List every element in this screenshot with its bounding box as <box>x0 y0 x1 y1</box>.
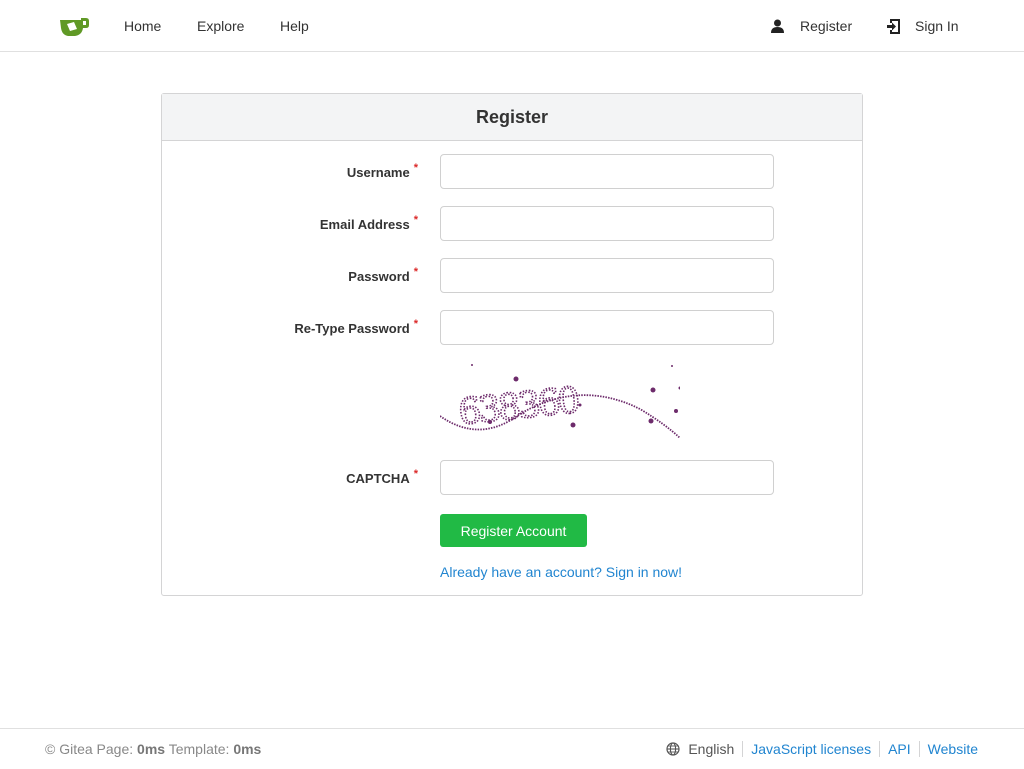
divider <box>918 741 920 757</box>
form-title: Register <box>162 94 862 141</box>
nav-register-link[interactable]: Register <box>771 17 852 35</box>
username-label: Username * <box>346 162 418 180</box>
required-mark: * <box>413 266 418 278</box>
nav-explore-link[interactable]: Explore <box>197 17 244 35</box>
nav-help-link[interactable]: Help <box>280 17 309 35</box>
template-time: 0ms <box>233 741 262 757</box>
register-form: Register Username * Email Address * Passwo… <box>161 93 863 596</box>
required-mark: * <box>413 162 418 174</box>
retype-password-input[interactable] <box>440 310 774 345</box>
footer-links: English JavaScript licenses API Website <box>666 741 978 757</box>
person-icon <box>771 19 784 33</box>
language-label: English <box>688 741 735 757</box>
divider <box>879 741 881 757</box>
api-link[interactable]: API <box>888 741 911 757</box>
required-mark: * <box>413 214 418 226</box>
captcha-input[interactable] <box>440 460 774 495</box>
website-link[interactable]: Website <box>928 741 978 757</box>
top-navbar: Home Explore Help Register Sign In <box>0 0 1024 52</box>
retype-password-label: Re-Type Password * <box>294 318 418 336</box>
captcha-label: CAPTCHA * <box>346 468 418 486</box>
captcha-image: 638360 <box>440 364 680 439</box>
nav-sign-in-label: Sign In <box>915 18 959 34</box>
sign-in-icon <box>887 18 900 34</box>
sign-in-now-link[interactable]: Already have an account? Sign in now! <box>440 564 682 580</box>
nav-sign-in-link[interactable]: Sign In <box>887 17 959 35</box>
email-input[interactable] <box>440 206 774 241</box>
email-label: Email Address * <box>319 214 418 232</box>
register-account-button[interactable]: Register Account <box>440 514 587 547</box>
username-input[interactable] <box>440 154 774 189</box>
gitea-logo-icon[interactable] <box>59 14 89 38</box>
nav-home-link[interactable]: Home <box>124 17 161 35</box>
required-mark: * <box>413 468 418 480</box>
footer-timing: © Gitea Page: 0ms Template: 0ms <box>45 741 262 757</box>
page-time: 0ms <box>137 741 166 757</box>
divider <box>742 741 744 757</box>
captcha-text: 638360 <box>456 380 580 433</box>
js-licenses-link[interactable]: JavaScript licenses <box>751 741 871 757</box>
password-label: Password * <box>348 266 418 284</box>
language-selector[interactable]: English <box>666 741 734 757</box>
password-input[interactable] <box>440 258 774 293</box>
globe-icon <box>666 742 680 756</box>
nav-register-label: Register <box>800 18 853 34</box>
page-footer: © Gitea Page: 0ms Template: 0ms English … <box>0 728 1024 769</box>
required-mark: * <box>413 318 418 330</box>
